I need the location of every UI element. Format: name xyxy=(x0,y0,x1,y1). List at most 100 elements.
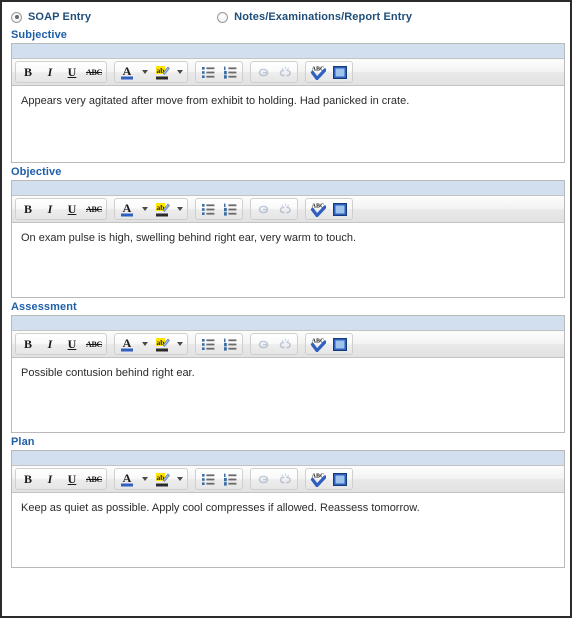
bulleted-list-icon[interactable] xyxy=(197,334,219,354)
editor-titlebar xyxy=(12,181,564,196)
remove-link-icon[interactable] xyxy=(274,469,296,489)
rich-text-editor-subjective: B I U ABC Appears very agitated after move f… xyxy=(11,43,565,163)
full-screen-icon[interactable] xyxy=(329,334,351,354)
rich-text-editor-objective: B I U ABC On exam pulse is high, swelling be… xyxy=(11,180,565,298)
insert-link-icon[interactable] xyxy=(252,334,274,354)
highlight-color-dropdown-icon[interactable] xyxy=(173,62,186,82)
bold-icon[interactable]: B xyxy=(17,199,39,219)
font-color-icon[interactable] xyxy=(116,62,138,82)
italic-icon[interactable]: I xyxy=(39,199,61,219)
strikethrough-icon[interactable]: ABC xyxy=(83,199,105,219)
strikethrough-icon[interactable]: ABC xyxy=(83,334,105,354)
section-label-plan: Plan xyxy=(11,436,35,448)
text-style-group: B I U ABC xyxy=(15,468,107,490)
section-objective: Objective B I U ABC On exam pulse is high, sw… xyxy=(7,166,567,298)
strikethrough-icon[interactable]: ABC xyxy=(83,469,105,489)
editor-text-plan: Keep as quiet as possible. Apply cool co… xyxy=(21,502,420,514)
bulleted-list-icon[interactable] xyxy=(197,469,219,489)
editor-toolbar: B I U ABC xyxy=(12,59,564,86)
underline-icon[interactable]: U xyxy=(61,469,83,489)
radio-button-icon[interactable] xyxy=(217,11,229,23)
highlight-color-dropdown-icon[interactable] xyxy=(173,469,186,489)
insert-link-icon[interactable] xyxy=(252,62,274,82)
bold-icon[interactable]: B xyxy=(17,62,39,82)
bulleted-list-icon[interactable] xyxy=(197,62,219,82)
numbered-list-icon[interactable] xyxy=(219,62,241,82)
rich-text-editor-assessment: B I U ABC Possible contusion behind right ea… xyxy=(11,315,565,433)
spell-check-icon[interactable] xyxy=(307,334,329,354)
highlight-color-icon[interactable] xyxy=(151,469,173,489)
color-group xyxy=(114,198,188,220)
editor-toolbar: B I U ABC xyxy=(12,196,564,223)
section-subjective: Subjective B I U ABC Appears very agitated af… xyxy=(7,29,567,163)
section-label-objective: Objective xyxy=(11,166,62,178)
font-color-icon[interactable] xyxy=(116,334,138,354)
bold-icon[interactable]: B xyxy=(17,469,39,489)
entry-mode-radio-group: SOAP Entry Notes/Examinations/Report Ent… xyxy=(7,8,567,26)
full-screen-icon[interactable] xyxy=(329,62,351,82)
color-group xyxy=(114,61,188,83)
rich-text-editor-plan: B I U ABC Keep as quiet as possible. Apply c… xyxy=(11,450,565,568)
underline-icon[interactable]: U xyxy=(61,199,83,219)
numbered-list-icon[interactable] xyxy=(219,469,241,489)
highlight-color-icon[interactable] xyxy=(151,62,173,82)
highlight-color-dropdown-icon[interactable] xyxy=(173,334,186,354)
editor-content-objective[interactable]: On exam pulse is high, swelling behind r… xyxy=(12,223,564,297)
editor-text-assessment: Possible contusion behind right ear. xyxy=(21,367,195,379)
editor-content-plan[interactable]: Keep as quiet as possible. Apply cool co… xyxy=(12,493,564,567)
font-color-dropdown-icon[interactable] xyxy=(138,469,151,489)
list-group xyxy=(195,468,243,490)
bulleted-list-icon[interactable] xyxy=(197,199,219,219)
strikethrough-icon[interactable]: ABC xyxy=(83,62,105,82)
spell-check-icon[interactable] xyxy=(307,469,329,489)
editor-titlebar xyxy=(12,451,564,466)
editor-titlebar xyxy=(12,316,564,331)
remove-link-icon[interactable] xyxy=(274,199,296,219)
link-group xyxy=(250,198,298,220)
spell-check-icon[interactable] xyxy=(307,62,329,82)
tools-group xyxy=(305,468,353,490)
font-color-dropdown-icon[interactable] xyxy=(138,334,151,354)
font-color-icon[interactable] xyxy=(116,469,138,489)
font-color-dropdown-icon[interactable] xyxy=(138,199,151,219)
remove-link-icon[interactable] xyxy=(274,334,296,354)
font-color-icon[interactable] xyxy=(116,199,138,219)
highlight-color-icon[interactable] xyxy=(151,199,173,219)
highlight-color-dropdown-icon[interactable] xyxy=(173,199,186,219)
color-group xyxy=(114,468,188,490)
full-screen-icon[interactable] xyxy=(329,469,351,489)
italic-icon[interactable]: I xyxy=(39,469,61,489)
editor-text-subjective: Appears very agitated after move from ex… xyxy=(21,95,410,107)
numbered-list-icon[interactable] xyxy=(219,334,241,354)
italic-icon[interactable]: I xyxy=(39,62,61,82)
section-label-assessment: Assessment xyxy=(11,301,77,313)
text-style-group: B I U ABC xyxy=(15,61,107,83)
italic-icon[interactable]: I xyxy=(39,334,61,354)
highlight-color-icon[interactable] xyxy=(151,334,173,354)
radio-label-soap-entry: SOAP Entry xyxy=(28,11,92,23)
editor-content-subjective[interactable]: Appears very agitated after move from ex… xyxy=(12,86,564,162)
radio-option-notes-examinations-report-entry[interactable]: Notes/Examinations/Report Entry xyxy=(217,11,412,23)
section-plan: Plan B I U ABC Keep as quiet as possible. App… xyxy=(7,436,567,568)
list-group xyxy=(195,198,243,220)
link-group xyxy=(250,468,298,490)
spell-check-icon[interactable] xyxy=(307,199,329,219)
font-color-dropdown-icon[interactable] xyxy=(138,62,151,82)
list-group xyxy=(195,333,243,355)
link-group xyxy=(250,61,298,83)
radio-option-soap-entry[interactable]: SOAP Entry xyxy=(11,11,91,23)
insert-link-icon[interactable] xyxy=(252,199,274,219)
underline-icon[interactable]: U xyxy=(61,334,83,354)
radio-button-icon[interactable] xyxy=(11,11,22,23)
text-style-group: B I U ABC xyxy=(15,333,107,355)
insert-link-icon[interactable] xyxy=(252,469,274,489)
underline-icon[interactable]: U xyxy=(61,62,83,82)
text-style-group: B I U ABC xyxy=(15,198,107,220)
bold-icon[interactable]: B xyxy=(17,334,39,354)
remove-link-icon[interactable] xyxy=(274,62,296,82)
numbered-list-icon[interactable] xyxy=(219,199,241,219)
color-group xyxy=(114,333,188,355)
editor-content-assessment[interactable]: Possible contusion behind right ear. xyxy=(12,358,564,432)
tools-group xyxy=(305,333,353,355)
full-screen-icon[interactable] xyxy=(329,199,351,219)
